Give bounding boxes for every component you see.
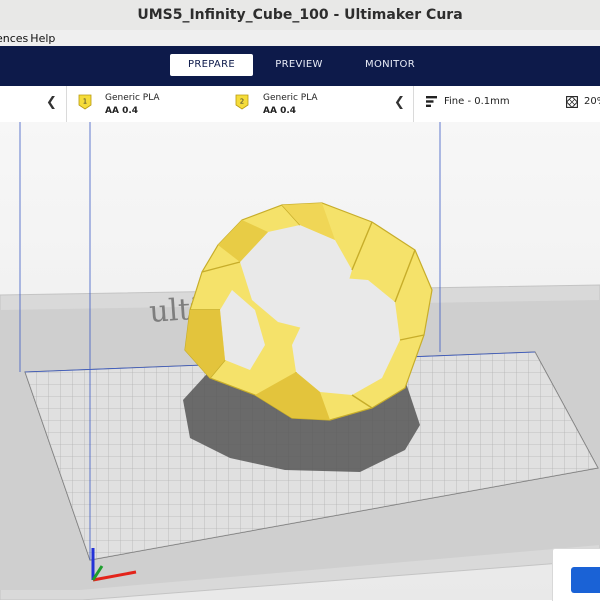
extruder-1-index: 1 xyxy=(83,98,87,106)
tab-preview[interactable]: PREVIEW xyxy=(258,54,340,76)
extruder-2-nozzle: AA 0.4 xyxy=(263,106,297,116)
tab-prepare[interactable]: PREPARE xyxy=(170,54,253,76)
slice-button[interactable] xyxy=(571,567,600,593)
infill-icon xyxy=(566,96,578,108)
print-setup-toolbar: ❮ 1 Generic PLA AA 0.4 2 Generic PLA AA … xyxy=(0,86,600,123)
tab-monitor[interactable]: MONITOR xyxy=(350,54,430,76)
extruder-1-material: Generic PLA xyxy=(105,93,160,103)
extruder-2-icon: 2 xyxy=(235,94,249,110)
chevron-left-icon[interactable]: ❮ xyxy=(394,95,405,110)
infill-density: 20% xyxy=(584,96,600,107)
toolbar-divider xyxy=(66,86,67,122)
menu-bar: ences Help xyxy=(0,30,600,46)
extruder-1-nozzle: AA 0.4 xyxy=(105,106,139,116)
toolbar-divider xyxy=(413,86,414,122)
extruder-2-index: 2 xyxy=(240,98,244,106)
extruder-1-icon: 1 xyxy=(78,94,92,110)
window-titlebar: UMS5_Infinity_Cube_100 - Ultimaker Cura xyxy=(0,0,600,31)
menu-preferences[interactable]: ences xyxy=(0,32,34,45)
window-title: UMS5_Infinity_Cube_100 - Ultimaker Cura xyxy=(137,7,463,23)
menu-help[interactable]: Help xyxy=(30,32,61,45)
build-volume-scene[interactable]: ultima xyxy=(0,122,600,600)
chevron-left-icon[interactable]: ❮ xyxy=(46,95,57,110)
quality-profile: Fine - 0.1mm xyxy=(444,96,510,107)
3d-viewport[interactable]: ultima xyxy=(0,122,600,601)
extruder-2-material: Generic PLA xyxy=(263,93,318,103)
action-panel xyxy=(552,548,600,601)
stage-navbar: PREPARE PREVIEW MONITOR xyxy=(0,46,600,86)
quality-layers-icon xyxy=(426,96,437,107)
